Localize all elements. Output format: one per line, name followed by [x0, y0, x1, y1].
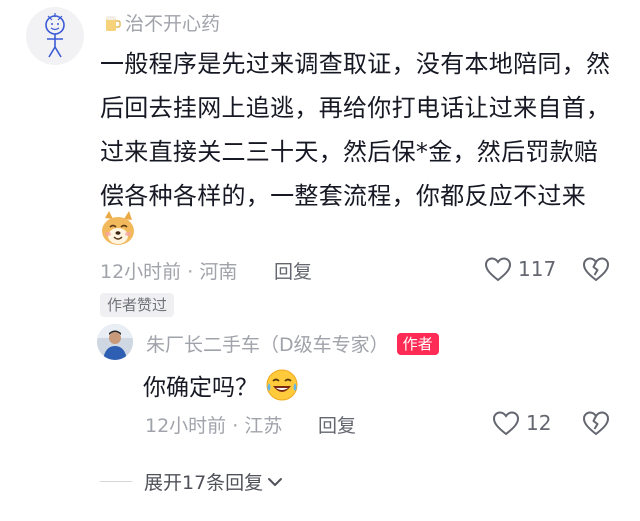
reply-reply-button[interactable]: 回复: [318, 411, 356, 438]
broken-heart-icon: [582, 257, 610, 282]
replier-name[interactable]: 朱厂长二手车（D级车专家） 作者: [146, 330, 439, 357]
expand-replies-label: 展开17条回复: [144, 472, 264, 494]
expand-replies-button[interactable]: 展开17条回复: [144, 468, 283, 495]
tears-of-joy-emoji-icon: [266, 369, 298, 401]
broken-heart-icon: [582, 411, 610, 436]
like-count: 117: [518, 257, 557, 281]
dislike-button[interactable]: [582, 256, 610, 286]
reply-like-button[interactable]: 12: [492, 410, 551, 436]
author-liked-badge: 作者赞过: [100, 293, 175, 317]
comment-time: 12小时前: [100, 261, 182, 283]
reply-dislike-button[interactable]: [582, 410, 610, 440]
reply-text-row: 你确定吗？: [143, 367, 300, 403]
replier-avatar[interactable]: [97, 324, 133, 360]
reply-button[interactable]: 回复: [274, 257, 312, 284]
commenter-name[interactable]: 治不开心药: [104, 9, 220, 36]
reply-like-count: 12: [526, 411, 552, 435]
meta-separator: ·: [232, 415, 245, 437]
meta-separator: ·: [187, 261, 200, 283]
comment-location: 河南: [199, 261, 238, 283]
beer-mug-icon: [106, 15, 121, 31]
person-photo-avatar-icon: [97, 324, 133, 360]
commenter-name-text: 治不开心药: [125, 13, 221, 35]
reply-time: 12小时前: [145, 415, 227, 437]
reply-meta: 12小时前 · 江苏: [145, 411, 282, 438]
author-tag-badge: 作者: [396, 332, 439, 355]
reply-location: 江苏: [244, 415, 283, 437]
replier-name-text: 朱厂长二手车（D级车专家）: [146, 334, 389, 356]
dog-emoji-icon: [98, 209, 138, 249]
heart-outline-icon: [484, 257, 512, 282]
expand-divider-line: [100, 481, 132, 482]
comment-text: 一般程序是先过来调查取证，没有本地陪同，然后回去挂网上追逃，再给你打电话让过来自…: [100, 50, 611, 210]
heart-outline-icon: [492, 411, 520, 436]
like-button[interactable]: 117: [484, 256, 556, 282]
reply-text: 你确定吗？: [143, 375, 258, 401]
commenter-avatar[interactable]: [26, 7, 84, 65]
stick-figure-avatar-icon: [45, 13, 65, 58]
chevron-down-icon: [268, 477, 283, 486]
comment-meta: 12小时前 · 河南: [100, 257, 237, 284]
